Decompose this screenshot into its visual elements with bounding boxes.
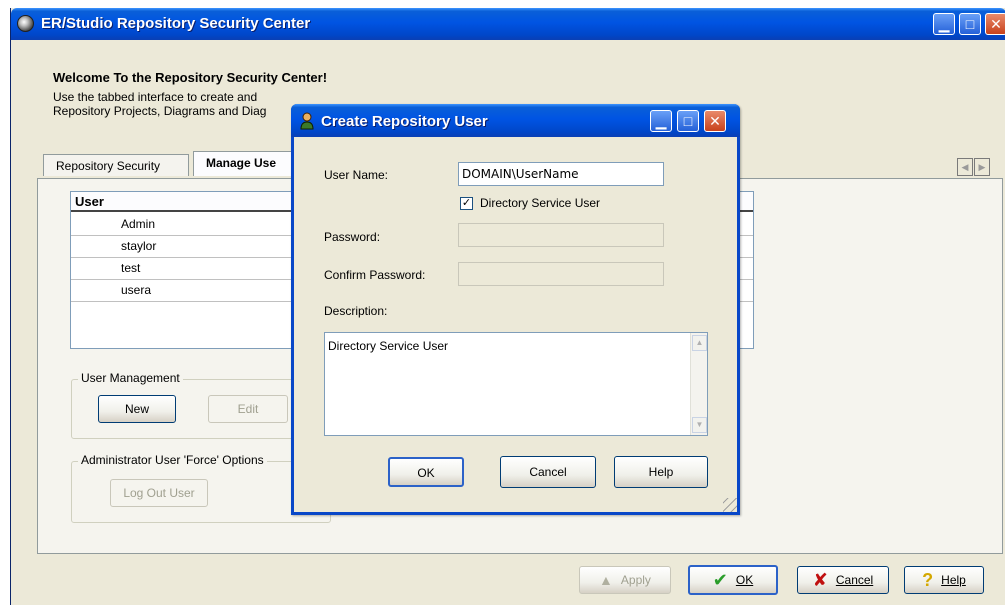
- apply-arrow-icon: ▲: [599, 572, 613, 588]
- confirm-password-label: Confirm Password:: [324, 268, 426, 282]
- ok-button[interactable]: ✔ OK: [688, 565, 778, 595]
- welcome-description-line-1: Use the tabbed interface to create and: [53, 90, 258, 104]
- dialog-close-button[interactable]: ✕: [704, 110, 726, 132]
- dialog-help-button[interactable]: Help: [614, 456, 708, 488]
- description-label: Description:: [324, 304, 388, 318]
- password-input[interactable]: [458, 223, 664, 247]
- help-question-icon: ?: [922, 569, 934, 590]
- dialog-title: Create Repository User: [321, 113, 488, 130]
- cancel-button[interactable]: ✘ Cancel: [797, 566, 889, 594]
- cancel-label: Cancel: [835, 573, 874, 587]
- help-label: Help: [941, 573, 966, 587]
- maximize-button[interactable]: □: [959, 13, 981, 35]
- ok-label: OK: [735, 573, 754, 587]
- maximize-icon: □: [965, 16, 975, 32]
- tab-scroll-left-button[interactable]: ◀: [957, 158, 973, 176]
- user-name-input[interactable]: [458, 162, 664, 186]
- new-user-button[interactable]: New: [98, 395, 176, 423]
- maximize-icon: □: [683, 113, 693, 129]
- cancel-x-icon: ✘: [812, 569, 828, 590]
- tab-scroll-right-button[interactable]: ▶: [974, 158, 990, 176]
- tab-repository-security[interactable]: Repository Security: [43, 154, 189, 176]
- scroll-down-icon[interactable]: ▼: [692, 417, 707, 433]
- edit-user-button[interactable]: Edit: [208, 395, 288, 423]
- apply-label: Apply: [620, 573, 651, 587]
- create-user-dialog: Create Repository User ▁ □ ✕ User Name: …: [291, 104, 740, 515]
- dialog-cancel-button[interactable]: Cancel: [500, 456, 596, 488]
- confirm-password-input[interactable]: [458, 262, 664, 286]
- directory-service-checkbox[interactable]: ✓: [460, 197, 473, 210]
- help-button[interactable]: ? Help: [904, 566, 984, 594]
- close-icon: ✕: [990, 16, 1002, 32]
- scroll-up-icon[interactable]: ▲: [692, 335, 707, 351]
- apply-button[interactable]: ▲ Apply: [579, 566, 671, 594]
- dialog-ok-button[interactable]: OK: [388, 457, 464, 487]
- close-button[interactable]: ✕: [985, 13, 1005, 35]
- description-textarea[interactable]: Directory Service User ▲ ▼: [324, 332, 708, 436]
- close-icon: ✕: [709, 113, 721, 129]
- description-scrollbar[interactable]: ▲ ▼: [690, 333, 707, 435]
- main-titlebar[interactable]: ER/Studio Repository Security Center ▁ □…: [11, 8, 1005, 40]
- welcome-title: Welcome To the Repository Security Cente…: [53, 70, 328, 85]
- force-options-label: Administrator User 'Force' Options: [78, 453, 267, 467]
- log-out-user-button[interactable]: Log Out User: [110, 479, 208, 507]
- password-label: Password:: [324, 230, 381, 244]
- directory-service-label[interactable]: Directory Service User: [480, 196, 600, 210]
- resize-grip-icon[interactable]: [723, 498, 737, 512]
- ok-check-icon: ✔: [712, 569, 728, 590]
- user-management-label: User Management: [78, 371, 183, 385]
- welcome-description-line-2: Repository Projects, Diagrams and Diag: [53, 104, 267, 118]
- app-icon: [17, 15, 34, 32]
- minimize-button[interactable]: ▁: [933, 13, 955, 35]
- tab-manage-users[interactable]: Manage Use: [193, 151, 303, 176]
- dialog-titlebar[interactable]: Create Repository User ▁ □ ✕: [291, 104, 740, 137]
- dialog-maximize-button[interactable]: □: [677, 110, 699, 132]
- user-icon: [300, 112, 314, 130]
- description-text: Directory Service User: [328, 339, 449, 353]
- window-title: ER/Studio Repository Security Center: [41, 15, 311, 32]
- dialog-minimize-button[interactable]: ▁: [650, 110, 672, 132]
- minimize-icon: ▁: [938, 16, 950, 32]
- minimize-icon: ▁: [655, 113, 667, 129]
- user-name-label: User Name:: [324, 168, 389, 182]
